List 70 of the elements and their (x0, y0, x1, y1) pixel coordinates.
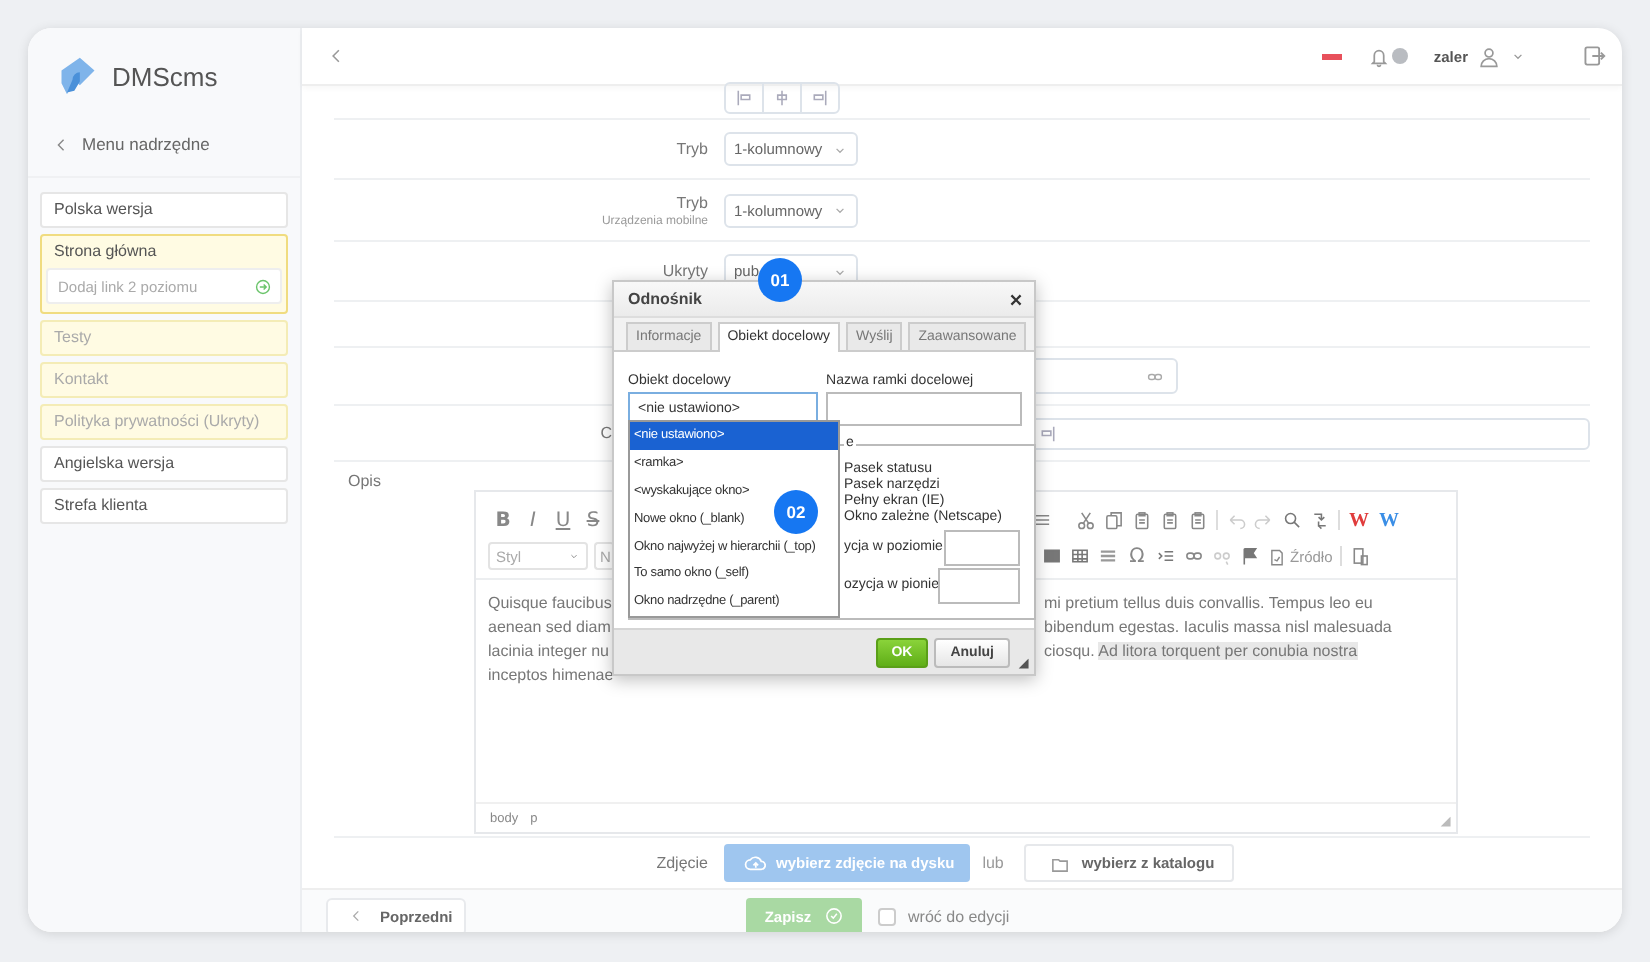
highlighted-text: Ad litora torquent per conubia nostra (1098, 642, 1358, 660)
cloud-upload-icon (744, 852, 766, 874)
replace-icon[interactable] (1310, 510, 1330, 530)
caret-icon (568, 550, 580, 562)
link-icon[interactable] (1184, 546, 1204, 566)
undo-icon[interactable] (1226, 510, 1246, 530)
or-text: lub (982, 854, 1004, 872)
checkbox-label[interactable]: wróć do edycji (908, 907, 1010, 925)
back-icon[interactable] (52, 135, 70, 153)
back-link[interactable]: Menu nadrzędne (82, 134, 210, 154)
resize-handle-icon[interactable] (1438, 814, 1452, 828)
preview-icon[interactable] (1350, 546, 1371, 566)
paragraph-text: mi pretium tellus duis convallis. Tempus leo eu (1044, 594, 1373, 612)
position-field[interactable] (944, 529, 1021, 565)
paragraph-text: aenean sed diam (488, 618, 611, 636)
search-icon[interactable] (1282, 510, 1302, 530)
logout-icon[interactable] (1582, 44, 1606, 68)
copy-icon[interactable] (1104, 510, 1124, 530)
align-icon (1038, 423, 1058, 443)
field-label: C (600, 424, 612, 442)
paste-icon[interactable] (1188, 510, 1208, 530)
list-icon[interactable] (1032, 510, 1052, 530)
field-label: Zdjęcie (656, 854, 708, 872)
paste-icon[interactable] (1132, 510, 1152, 530)
paragraph-text: bibendum egestas. Iaculis massa nisl malesuada (1044, 618, 1392, 636)
position-field[interactable] (938, 567, 1021, 603)
format-button[interactable]: B (488, 509, 518, 531)
field-label: Tryb (676, 193, 708, 211)
user-icon[interactable] (1478, 45, 1500, 67)
cut-icon[interactable] (1076, 510, 1096, 530)
paragraph-text: ciosqu. (1044, 642, 1095, 660)
logo-icon (56, 54, 100, 98)
field-label: Opis (348, 472, 381, 490)
paragraph-text: inceptos himenae (488, 666, 614, 684)
word-button[interactable]: W (1378, 509, 1400, 531)
special-char-button[interactable]: Ω (1126, 545, 1148, 567)
menu-item[interactable]: Angielska wersja (40, 446, 288, 482)
format-button[interactable]: I (518, 509, 548, 531)
flag-icon[interactable] (1321, 53, 1342, 59)
paragraph-text: lacinia integer nu (488, 642, 609, 660)
horizontal-rule-icon[interactable] (1098, 546, 1118, 566)
redo-icon[interactable] (1254, 510, 1274, 530)
add-arrow-icon[interactable] (254, 277, 272, 295)
dialog-title: Odnośnik (628, 290, 702, 308)
document-icon (1268, 547, 1286, 565)
unlink-icon[interactable] (1212, 546, 1232, 566)
field-label: Tryb (676, 140, 708, 158)
menu-item[interactable]: Polska wersja (40, 192, 288, 228)
table-icon[interactable] (1070, 546, 1090, 566)
menu-item[interactable]: Strefa klienta (40, 488, 288, 524)
close-icon[interactable] (1008, 291, 1024, 307)
image-icon[interactable] (1042, 546, 1062, 566)
format-button[interactable]: U (548, 509, 578, 531)
field-label: Ukryty (662, 262, 708, 280)
back-icon (348, 908, 364, 924)
flag-icon[interactable] (1240, 546, 1260, 566)
menu-item-label[interactable]: Strona główna (54, 236, 274, 268)
bell-icon[interactable] (1367, 45, 1390, 67)
paragraph-text: Quisque faucibus (488, 594, 612, 612)
check-icon (823, 906, 844, 926)
paste-icon[interactable] (1160, 510, 1180, 530)
indent-icon[interactable] (1156, 546, 1176, 566)
notification-dot-icon (1391, 48, 1408, 64)
word-button[interactable]: W (1348, 509, 1370, 531)
folder-icon (1049, 853, 1070, 873)
frame-name-field[interactable] (826, 392, 1022, 426)
checkbox[interactable] (878, 907, 896, 925)
logo-text: DMScms (112, 61, 218, 91)
resize-handle-icon[interactable] (1016, 656, 1030, 670)
format-button[interactable]: S (578, 509, 608, 531)
